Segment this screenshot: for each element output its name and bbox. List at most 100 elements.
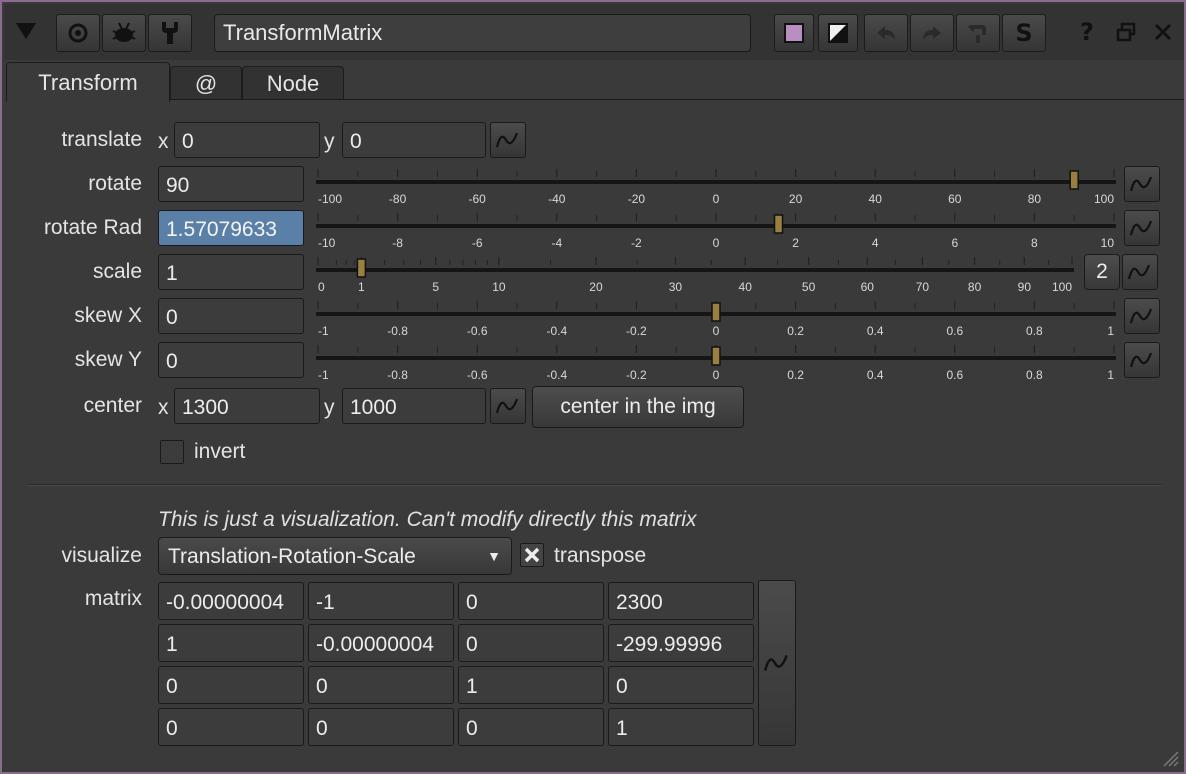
slider-tick-label: 0 <box>318 280 325 294</box>
script-icon: S <box>1015 19 1033 47</box>
translate-x-input[interactable]: 0 <box>174 122 320 158</box>
matrix-cell[interactable]: 1 <box>608 708 754 746</box>
slider-tick-label: -0.4 <box>546 368 567 382</box>
undo-button[interactable] <box>864 14 908 52</box>
rotate-rad-animation-button[interactable] <box>1124 210 1160 246</box>
skew-y-animation-button[interactable] <box>1124 342 1160 378</box>
skew-x-input[interactable]: 0 <box>158 298 304 334</box>
visualize-dropdown[interactable]: Translation-Rotation-Scale ▼ <box>158 537 512 575</box>
slider-tick-label: 0.4 <box>867 324 884 338</box>
matrix-cell[interactable]: 1 <box>158 624 304 662</box>
matrix-label: matrix <box>84 587 142 610</box>
help-icon: ? <box>1080 18 1094 46</box>
slider-tick-label: 0.2 <box>787 368 804 382</box>
slider-tick-label: 4 <box>872 236 879 250</box>
slider-tick-label: -100 <box>318 192 342 206</box>
matrix-cell[interactable]: -1 <box>308 582 454 620</box>
skew-y-slider[interactable]: -1 -0.8 -0.6 -0.4 -0.2 0 0.2 0.4 0.6 0.8 1 <box>312 341 1120 382</box>
slider-tick-label: 100 <box>1094 192 1114 206</box>
curve-icon <box>1129 308 1153 324</box>
slider-tick-label: -80 <box>389 192 407 206</box>
matrix-cell[interactable]: 0 <box>458 624 604 662</box>
close-panel-button[interactable] <box>1152 21 1174 48</box>
node-name-input[interactable]: TransformMatrix <box>214 14 751 52</box>
slider-tick-label: 70 <box>916 280 930 294</box>
overlay-color-button[interactable] <box>818 14 858 52</box>
rotate-slider[interactable]: -100 -80 -60 -40 -20 0 20 40 60 80 100 <box>312 165 1120 206</box>
matrix-cell[interactable]: -0.00000004 <box>158 582 304 620</box>
slider-tick-label: -0.2 <box>626 324 647 338</box>
tab-node[interactable]: Node <box>242 66 344 100</box>
matrix-cell[interactable]: -0.00000004 <box>308 624 454 662</box>
slider-tick-label: -0.8 <box>387 324 408 338</box>
matrix-animation-button[interactable] <box>758 580 796 746</box>
translate-animation-button[interactable] <box>490 122 526 158</box>
slider-tick-label: 40 <box>739 280 753 294</box>
slider-handle <box>1069 170 1079 190</box>
skew-x-label: skew X <box>74 304 142 327</box>
rotate-input[interactable]: 90 <box>158 166 304 202</box>
collapse-triangle-icon[interactable] <box>14 20 38 47</box>
restore-defaults-button[interactable] <box>956 14 1000 52</box>
center-in-img-button[interactable]: center in the img <box>532 386 744 428</box>
tab-divider <box>170 99 1184 100</box>
center-viewer-icon <box>68 23 88 43</box>
panel-toolbar: TransformMatrix S ? <box>4 4 1184 60</box>
matrix-cell[interactable]: 2300 <box>608 582 754 620</box>
redo-button[interactable] <box>910 14 954 52</box>
slider-track <box>316 224 1116 228</box>
dropdown-arrow-icon: ▼ <box>487 548 501 564</box>
script-button[interactable]: S <box>1002 14 1046 52</box>
help-button[interactable]: ? <box>1072 18 1102 48</box>
center-x-input[interactable]: 1300 <box>174 388 320 424</box>
curve-icon <box>764 655 788 671</box>
matrix-cell[interactable]: -299.99996 <box>608 624 754 662</box>
node-color-button[interactable] <box>774 14 814 52</box>
slider-tick-label: 100 <box>1052 280 1072 294</box>
slider-tick-label: 1 <box>358 280 365 294</box>
matrix-cell[interactable]: 0 <box>158 708 304 746</box>
translate-y-input[interactable]: 0 <box>342 122 486 158</box>
scale-slider[interactable]: 0 1 5 10 20 30 40 50 60 70 80 90 100 <box>312 253 1080 294</box>
matrix-cell[interactable]: 0 <box>158 666 304 704</box>
transpose-checkbox[interactable] <box>520 543 544 567</box>
rotate-rad-slider[interactable]: -10 -8 -6 -4 -2 0 2 4 6 8 10 <box>312 209 1120 250</box>
slider-tick-label: -4 <box>551 236 562 250</box>
matrix-cell[interactable]: 0 <box>458 582 604 620</box>
transpose-label: transpose <box>554 544 647 567</box>
settings-button[interactable] <box>148 14 192 52</box>
resize-grip-icon[interactable] <box>1160 748 1180 768</box>
skew-x-animation-button[interactable] <box>1124 298 1160 334</box>
slider-tick-label: 60 <box>948 192 962 206</box>
slider-tick-label: -1 <box>318 324 329 338</box>
visualize-selected-value: Translation-Rotation-Scale <box>168 545 416 568</box>
invert-checkbox[interactable] <box>160 440 184 464</box>
matrix-cell[interactable]: 0 <box>308 708 454 746</box>
matrix-cell[interactable]: 0 <box>308 666 454 704</box>
scale-dimensions-button[interactable]: 2 <box>1084 254 1120 290</box>
center-y-input[interactable]: 1000 <box>342 388 486 424</box>
center-viewer-button[interactable] <box>56 14 100 52</box>
scale-input[interactable]: 1 <box>158 254 304 290</box>
slider-tick-label: 30 <box>669 280 683 294</box>
scale-animation-button[interactable] <box>1122 254 1158 290</box>
slider-handle <box>711 302 721 322</box>
center-animation-button[interactable] <box>490 388 526 424</box>
matrix-cell[interactable]: 1 <box>458 666 604 704</box>
slider-tick-label: -2 <box>631 236 642 250</box>
slider-track <box>316 268 1074 272</box>
section-divider <box>28 484 1162 486</box>
input-nodes-button[interactable] <box>102 14 146 52</box>
tab-transform[interactable]: Transform <box>6 62 170 102</box>
rotate-rad-input[interactable]: 1.57079633 <box>158 210 304 246</box>
rotate-animation-button[interactable] <box>1124 166 1160 202</box>
matrix-cell[interactable]: 0 <box>458 708 604 746</box>
tab-user[interactable]: @ <box>170 66 242 100</box>
slider-tick-label: 10 <box>492 280 506 294</box>
slider-tick-label: 0.6 <box>946 368 963 382</box>
matrix-cell[interactable]: 0 <box>608 666 754 704</box>
skew-x-slider[interactable]: -1 -0.8 -0.6 -0.4 -0.2 0 0.2 0.4 0.6 0.8 1 <box>312 297 1120 338</box>
skew-y-input[interactable]: 0 <box>158 342 304 378</box>
slider-tick-label: 10 <box>1101 236 1115 250</box>
float-panel-button[interactable] <box>1116 22 1136 47</box>
